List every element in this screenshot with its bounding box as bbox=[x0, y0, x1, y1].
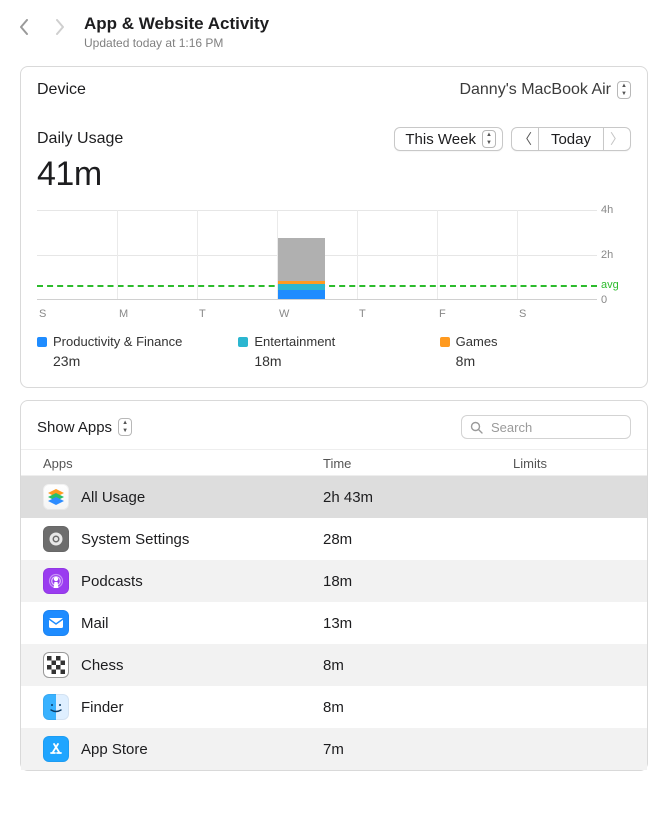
legend-value: 18m bbox=[238, 353, 429, 369]
app-name: Mail bbox=[81, 615, 109, 632]
show-apps-label: Show Apps bbox=[37, 419, 112, 436]
next-period-button[interactable]: 〉 bbox=[603, 127, 631, 151]
chevron-left-icon: 〈 bbox=[518, 129, 532, 149]
chart-x-label: W bbox=[279, 308, 289, 320]
chart-bar-segment bbox=[278, 238, 325, 281]
legend-swatch bbox=[37, 337, 47, 347]
chart-day-col bbox=[357, 210, 437, 299]
daily-usage-total: 41m bbox=[37, 155, 631, 194]
chart-day-col bbox=[277, 210, 357, 299]
legend-label: Entertainment bbox=[254, 334, 335, 349]
app-time: 18m bbox=[323, 573, 513, 590]
legend-value: 23m bbox=[37, 353, 228, 369]
today-label: Today bbox=[551, 131, 591, 148]
period-selected-value: This Week bbox=[405, 131, 476, 148]
app-icon-gear bbox=[43, 526, 69, 552]
updown-stepper-icon: ▲▼ bbox=[118, 418, 132, 436]
app-row[interactable]: App Store 7m bbox=[21, 728, 647, 770]
app-time: 28m bbox=[323, 531, 513, 548]
column-header-time[interactable]: Time bbox=[323, 456, 513, 471]
column-header-limits[interactable]: Limits bbox=[513, 456, 631, 471]
device-label: Device bbox=[37, 81, 86, 99]
updown-stepper-icon: ▲▼ bbox=[482, 130, 496, 148]
app-name: Podcasts bbox=[81, 573, 143, 590]
app-time: 13m bbox=[323, 615, 513, 632]
usage-chart: 4h 2h 0 avg SMTWTFS bbox=[37, 210, 631, 320]
app-icon-pod bbox=[43, 568, 69, 594]
chart-x-label: S bbox=[519, 308, 526, 320]
app-row[interactable]: Finder 8m bbox=[21, 686, 647, 728]
updown-stepper-icon: ▲▼ bbox=[617, 81, 631, 99]
app-name: All Usage bbox=[81, 489, 145, 506]
app-icon-mail bbox=[43, 610, 69, 636]
app-row[interactable]: Chess 8m bbox=[21, 644, 647, 686]
show-apps-select[interactable]: Show Apps ▲▼ bbox=[37, 418, 132, 436]
app-name: App Store bbox=[81, 741, 148, 758]
legend-swatch bbox=[440, 337, 450, 347]
chart-bar-segment bbox=[278, 281, 325, 284]
app-time: 2h 43m bbox=[323, 489, 513, 506]
chart-x-label: F bbox=[439, 308, 446, 320]
chart-day-col bbox=[117, 210, 197, 299]
search-icon bbox=[470, 421, 483, 434]
chart-x-label: T bbox=[199, 308, 206, 320]
column-header-apps[interactable]: Apps bbox=[43, 456, 323, 471]
chevron-right-icon: 〉 bbox=[610, 129, 624, 149]
chart-day-col bbox=[197, 210, 277, 299]
ytick-0: 0 bbox=[601, 294, 631, 306]
app-time: 7m bbox=[323, 741, 513, 758]
app-icon-store bbox=[43, 736, 69, 762]
app-row[interactable]: All Usage 2h 43m bbox=[21, 476, 647, 518]
ytick-2h: 2h bbox=[601, 249, 631, 261]
chart-bar-segment bbox=[278, 290, 325, 299]
chart-day-col bbox=[37, 210, 117, 299]
legend-item: Productivity & Finance 23m bbox=[37, 334, 228, 369]
search-box[interactable] bbox=[461, 415, 631, 439]
back-button[interactable] bbox=[18, 18, 30, 36]
app-row[interactable]: System Settings 28m bbox=[21, 518, 647, 560]
avg-label: avg bbox=[601, 279, 631, 291]
app-time: 8m bbox=[323, 699, 513, 716]
app-icon-chess bbox=[43, 652, 69, 678]
device-selected-value: Danny's MacBook Air bbox=[459, 81, 611, 99]
app-icon-stack bbox=[43, 484, 69, 510]
forward-button[interactable] bbox=[54, 18, 66, 36]
legend-item: Games 8m bbox=[440, 334, 631, 369]
chart-day-col bbox=[517, 210, 597, 299]
chart-x-label: T bbox=[359, 308, 366, 320]
app-name: Finder bbox=[81, 699, 124, 716]
legend-item: Entertainment 18m bbox=[238, 334, 429, 369]
legend-swatch bbox=[238, 337, 248, 347]
chart-x-label: S bbox=[39, 308, 46, 320]
chart-x-label: M bbox=[119, 308, 128, 320]
app-name: Chess bbox=[81, 657, 124, 674]
daily-usage-label: Daily Usage bbox=[37, 130, 123, 148]
app-row[interactable]: Mail 13m bbox=[21, 602, 647, 644]
app-time: 8m bbox=[323, 657, 513, 674]
chart-bar-segment bbox=[278, 284, 325, 291]
chart-day-col bbox=[437, 210, 517, 299]
today-button[interactable]: Today bbox=[539, 127, 603, 151]
app-icon-finder bbox=[43, 694, 69, 720]
page-subtitle: Updated today at 1:16 PM bbox=[84, 36, 269, 50]
page-title: App & Website Activity bbox=[84, 14, 269, 34]
prev-period-button[interactable]: 〈 bbox=[511, 127, 539, 151]
search-input[interactable] bbox=[489, 419, 622, 436]
ytick-4h: 4h bbox=[601, 204, 631, 216]
legend-label: Productivity & Finance bbox=[53, 334, 182, 349]
period-select[interactable]: This Week ▲▼ bbox=[394, 127, 503, 151]
app-name: System Settings bbox=[81, 531, 189, 548]
device-select[interactable]: Danny's MacBook Air ▲▼ bbox=[459, 81, 631, 99]
legend-label: Games bbox=[456, 334, 498, 349]
app-row[interactable]: Podcasts 18m bbox=[21, 560, 647, 602]
legend-value: 8m bbox=[440, 353, 631, 369]
